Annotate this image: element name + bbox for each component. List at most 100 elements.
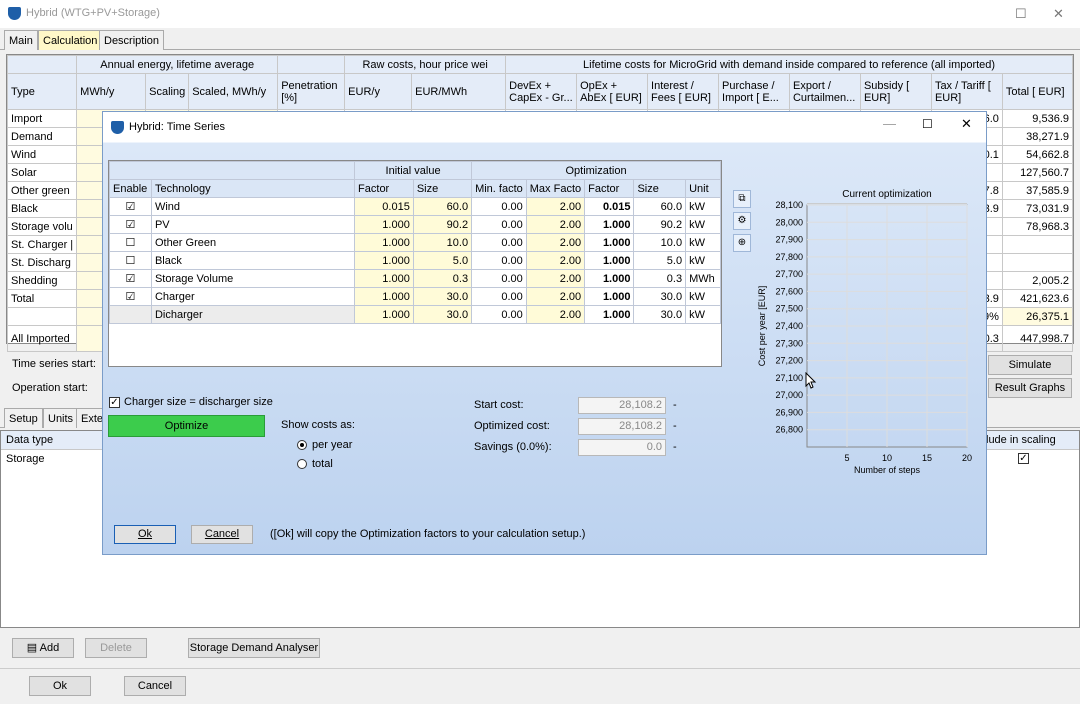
col-init-factor[interactable]: Factor (354, 179, 414, 198)
cell-total[interactable]: 127,560.7 (1001, 163, 1074, 182)
init-factor[interactable]: 1.000 (354, 215, 414, 234)
min-factor[interactable]: 0.00 (471, 287, 527, 306)
unit[interactable]: kW (685, 251, 721, 270)
cell-type[interactable]: St. Discharg (6, 253, 78, 272)
col-type[interactable]: Type (6, 73, 78, 110)
cell-total[interactable]: 2,005.2 (1001, 271, 1074, 290)
technology-name[interactable]: Charger (150, 287, 356, 306)
enable-checkbox[interactable]: ☑ (109, 287, 152, 306)
cell-total[interactable]: 37,585.9 (1001, 181, 1074, 200)
init-factor[interactable]: 1.000 (354, 233, 414, 252)
init-factor[interactable]: 0.015 (354, 197, 414, 216)
cell-type[interactable]: Total (6, 289, 78, 308)
cell-total[interactable]: 421,623.6 (1001, 289, 1074, 308)
technology-name[interactable]: Wind (150, 197, 356, 216)
cell-total[interactable]: 38,271.9 (1001, 127, 1074, 146)
cell-type[interactable]: Demand (6, 127, 78, 146)
cell-type[interactable]: Shedding (6, 271, 78, 290)
ok-button[interactable]: Ok (29, 676, 91, 696)
init-factor[interactable]: 1.000 (354, 305, 414, 324)
cell-type[interactable]: Black (6, 199, 78, 218)
init-size[interactable]: 30.0 (412, 287, 473, 306)
opt-factor[interactable]: 1.000 (584, 287, 635, 306)
col-subsidy[interactable]: Subsidy [ EUR] (859, 73, 932, 110)
radio-per-year[interactable] (297, 439, 307, 452)
col-opt-factor[interactable]: Factor (584, 179, 635, 198)
init-factor[interactable]: 1.000 (354, 251, 414, 270)
opt-size[interactable]: 30.0 (633, 287, 687, 306)
init-size[interactable]: 10.0 (412, 233, 473, 252)
cell-total[interactable]: 9,536.9 (1001, 109, 1074, 128)
cell-total[interactable] (1001, 235, 1074, 254)
tab-description[interactable]: Description (99, 30, 165, 50)
col-min-factor[interactable]: Min. facto (471, 179, 527, 198)
cell-type[interactable]: Other green (6, 181, 78, 200)
tab-units[interactable]: Units (43, 408, 79, 428)
cell-type[interactable]: St. Charger | (6, 235, 78, 254)
min-factor[interactable]: 0.00 (471, 197, 527, 216)
col-devex[interactable]: DevEx + CapEx - Gr... (505, 73, 578, 110)
maximize-icon[interactable]: ☐ (1015, 6, 1027, 22)
enable-checkbox[interactable]: ☐ (109, 251, 152, 270)
opt-size[interactable]: 90.2 (633, 215, 687, 234)
include-scaling-checkbox[interactable]: ✓ (1018, 452, 1029, 464)
enable-checkbox[interactable]: ☑ (109, 269, 152, 288)
opt-factor[interactable]: 1.000 (584, 305, 635, 324)
unit[interactable]: kW (685, 233, 721, 252)
col-penetration[interactable]: Penetration [%] (277, 73, 346, 110)
unit[interactable]: kW (685, 215, 721, 234)
table-row[interactable]: ☑ Wind 0.015 60.0 0.00 2.00 0.015 60.0 kW (109, 197, 721, 216)
cell-total[interactable]: 78,968.3 (1001, 217, 1074, 236)
col-data-type[interactable]: Data type (6, 434, 53, 446)
init-factor[interactable]: 1.000 (354, 269, 414, 288)
cell-total[interactable]: 26,375.1 (1001, 307, 1074, 326)
opt-size[interactable]: 0.3 (633, 269, 687, 288)
dialog-close-icon[interactable]: ✕ (961, 116, 972, 132)
simulate-button[interactable]: Simulate (988, 355, 1072, 375)
unit[interactable]: kW (685, 197, 721, 216)
cell-total[interactable]: 447,998.7 (1001, 325, 1074, 352)
technology-name[interactable]: PV (150, 215, 356, 234)
opt-size[interactable]: 5.0 (633, 251, 687, 270)
dialog-minimize-icon[interactable]: — (883, 116, 896, 131)
col-mwh[interactable]: MWh/y (76, 73, 147, 110)
col-max-factor[interactable]: Max Facto (525, 179, 586, 198)
technology-name[interactable]: Other Green (150, 233, 356, 252)
storage-demand-analyser-button[interactable]: Storage Demand Analyser (188, 638, 320, 658)
cell-type[interactable]: Storage volu (6, 217, 78, 236)
tab-setup[interactable]: Setup (4, 408, 43, 428)
dialog-cancel-button[interactable]: Cancel (191, 525, 253, 544)
col-interest[interactable]: Interest / Fees [ EUR] (647, 73, 720, 110)
col-enable[interactable]: Enable (109, 179, 152, 198)
table-row[interactable]: ☑ PV 1.000 90.2 0.00 2.00 1.000 90.2 kW (109, 215, 721, 234)
opt-factor[interactable]: 1.000 (584, 215, 635, 234)
table-row[interactable]: ☑ Storage Volume 1.000 0.3 0.00 2.00 1.000 0.3 M… (109, 269, 721, 288)
cell-type[interactable]: Import (6, 109, 78, 128)
table-row[interactable]: ☐ Other Green 1.000 10.0 0.00 2.00 1.000 10.0 kW (109, 233, 721, 252)
col-total[interactable]: Total [ EUR] (1001, 73, 1074, 110)
col-init-size[interactable]: Size (412, 179, 473, 198)
technology-name[interactable]: Dicharger (150, 305, 356, 324)
col-include-scaling[interactable]: lude in scaling (986, 434, 1056, 446)
table-row[interactable]: ☐ Black 1.000 5.0 0.00 2.00 1.000 5.0 kW (109, 251, 721, 270)
max-factor[interactable]: 2.00 (525, 269, 586, 288)
charger-equal-checkbox[interactable]: ✓ (109, 396, 120, 408)
col-purchase[interactable]: Purchase / Import [ E... (718, 73, 790, 110)
opt-size[interactable]: 30.0 (633, 305, 687, 324)
col-technology[interactable]: Technology (150, 179, 356, 198)
unit[interactable]: kW (685, 305, 721, 324)
radio-total[interactable] (297, 458, 307, 471)
tab-main[interactable]: Main (4, 30, 38, 50)
max-factor[interactable]: 2.00 (525, 215, 586, 234)
init-size[interactable]: 5.0 (412, 251, 473, 270)
init-factor[interactable]: 1.000 (354, 287, 414, 306)
opt-factor[interactable]: 0.015 (584, 197, 635, 216)
min-factor[interactable]: 0.00 (471, 269, 527, 288)
col-unit[interactable]: Unit (685, 179, 721, 198)
cancel-button[interactable]: Cancel (124, 676, 186, 696)
init-size[interactable]: 90.2 (412, 215, 473, 234)
col-scaled[interactable]: Scaled, MWh/y (188, 73, 279, 110)
enable-checkbox[interactable]: ☑ (109, 215, 152, 234)
col-tax[interactable]: Tax / Tariff [ EUR] (930, 73, 1003, 110)
unit[interactable]: MWh (685, 269, 721, 288)
